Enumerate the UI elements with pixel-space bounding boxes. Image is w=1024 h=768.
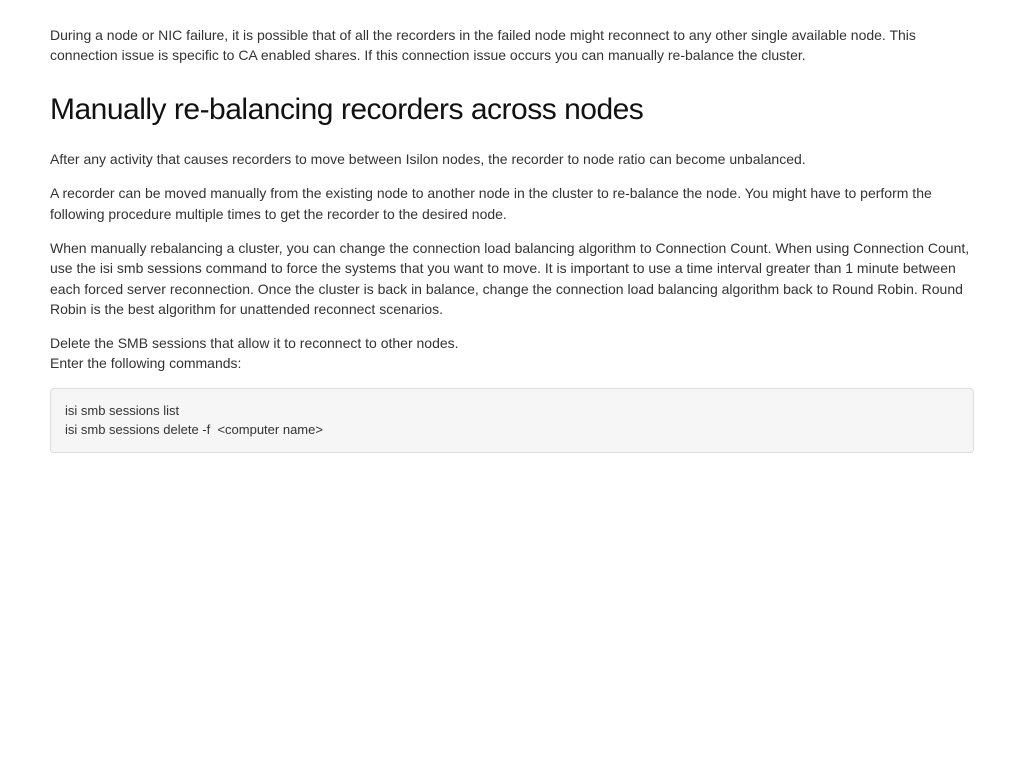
instruction-line-1: Delete the SMB sessions that allow it to… <box>50 333 974 353</box>
section-heading: Manually re-balancing recorders across n… <box>50 88 974 132</box>
code-block: isi smb sessions list isi smb sessions d… <box>50 388 974 453</box>
body-paragraph-2: A recorder can be moved manually from th… <box>50 183 974 224</box>
body-paragraph-1: After any activity that causes recorders… <box>50 149 974 169</box>
intro-paragraph: During a node or NIC failure, it is poss… <box>50 25 974 66</box>
body-paragraph-3: When manually rebalancing a cluster, you… <box>50 238 974 319</box>
instruction-line-2: Enter the following commands: <box>50 353 974 373</box>
